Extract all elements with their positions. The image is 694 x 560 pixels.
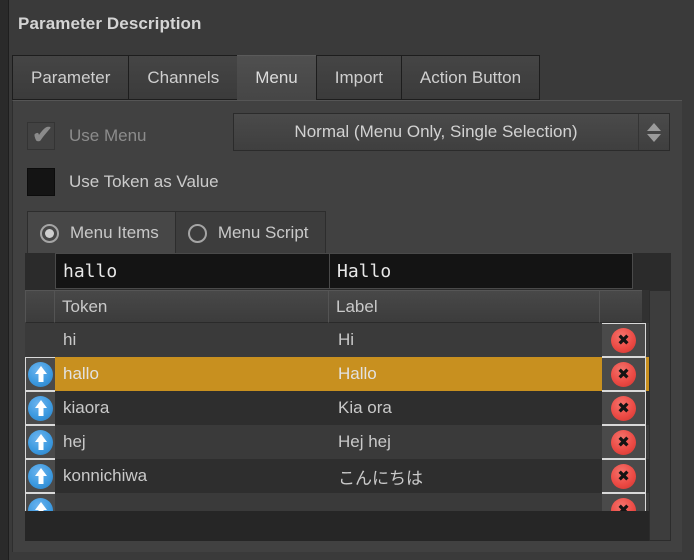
move-up-cell	[25, 323, 55, 357]
row-token[interactable]: konnichiwa	[55, 459, 330, 493]
token-input[interactable]: hallo	[56, 254, 330, 288]
move-up-icon[interactable]	[28, 395, 53, 421]
table-row[interactable]: hej Hej hej	[25, 425, 671, 459]
delete-row-icon[interactable]	[611, 463, 636, 489]
tab-action-button[interactable]: Action Button	[400, 55, 541, 100]
move-up-cell[interactable]	[25, 391, 55, 425]
radio-unselected-icon	[187, 223, 207, 243]
row-token[interactable]: hallo	[55, 357, 330, 391]
move-up-icon[interactable]	[28, 429, 53, 455]
row-label[interactable]: こんにちは	[330, 459, 602, 493]
table-vertical-scrollbar[interactable]	[649, 290, 671, 541]
move-up-icon[interactable]	[28, 463, 53, 489]
menu-mode-value: Normal (Menu Only, Single Selection)	[294, 122, 578, 141]
page-title: Parameter Description	[18, 14, 202, 33]
menu-mode-dropdown[interactable]: Normal (Menu Only, Single Selection)	[233, 113, 670, 151]
header-delete-column	[599, 290, 643, 323]
use-token-as-value-row: Use Token as Value	[27, 163, 219, 201]
chevron-down-icon[interactable]	[647, 133, 661, 142]
table-empty-area	[25, 511, 649, 541]
tab-parameter[interactable]: Parameter	[12, 55, 129, 100]
radio-menu-items-label: Menu Items	[70, 223, 159, 242]
table-body: hi Hi hallo Hallo	[25, 323, 671, 527]
table-row[interactable]: hi Hi	[25, 323, 671, 357]
move-up-cell[interactable]	[25, 357, 55, 391]
tab-channels-label: Channels	[147, 67, 220, 87]
radio-menu-script-label: Menu Script	[217, 223, 309, 242]
delete-cell[interactable]	[602, 425, 646, 459]
current-item-editor: hallo Hallo	[55, 253, 633, 289]
row-label[interactable]: Hallo	[330, 357, 602, 391]
tab-menu-label: Menu	[255, 68, 298, 87]
header-token[interactable]: Token	[54, 290, 329, 323]
delete-cell[interactable]	[602, 459, 646, 493]
delete-cell[interactable]	[602, 323, 646, 357]
use-token-as-value-label: Use Token as Value	[69, 172, 219, 191]
use-menu-row: ✔ Use Menu	[27, 115, 146, 157]
chevron-up-icon[interactable]	[647, 122, 661, 131]
delete-cell[interactable]	[602, 357, 646, 391]
table-row[interactable]: hallo Hallo	[25, 357, 671, 391]
radio-menu-script[interactable]: Menu Script	[174, 211, 326, 255]
use-menu-checkbox[interactable]: ✔	[27, 121, 55, 150]
window-left-edge	[0, 0, 9, 560]
tab-action-button-label: Action Button	[419, 67, 522, 87]
row-label[interactable]: Kia ora	[330, 391, 602, 425]
row-label[interactable]: Hi	[330, 323, 602, 357]
tab-import[interactable]: Import	[315, 55, 401, 100]
radio-menu-items[interactable]: Menu Items	[27, 211, 175, 255]
row-label[interactable]: Hej hej	[330, 425, 602, 459]
tab-import-label: Import	[334, 67, 383, 87]
row-token[interactable]: hej	[55, 425, 330, 459]
table-row[interactable]: kiaora Kia ora	[25, 391, 671, 425]
table-row[interactable]: konnichiwa こんにちは	[25, 459, 671, 493]
use-menu-label: Use Menu	[69, 126, 147, 145]
header-label[interactable]: Label	[328, 290, 600, 323]
menu-mode-spinner[interactable]	[638, 114, 669, 150]
delete-row-icon[interactable]	[611, 361, 636, 387]
radio-selected-icon	[40, 223, 59, 243]
header-move-column	[25, 290, 55, 323]
move-up-cell[interactable]	[25, 459, 55, 493]
checkmark-icon: ✔	[32, 121, 53, 149]
tab-menu[interactable]: Menu	[237, 55, 316, 100]
scrollbar-thumb[interactable]	[651, 292, 669, 538]
use-token-as-value-checkbox[interactable]	[27, 168, 55, 196]
label-input[interactable]: Hallo	[330, 254, 632, 288]
delete-row-icon[interactable]	[611, 327, 636, 353]
table-header-row: Token Label	[25, 290, 665, 323]
menu-tab-panel: ✔ Use Menu Normal (Menu Only, Single Sel…	[12, 100, 682, 552]
delete-row-icon[interactable]	[611, 395, 636, 421]
delete-cell[interactable]	[602, 391, 646, 425]
tab-channels[interactable]: Channels	[128, 55, 238, 100]
row-token[interactable]: hi	[55, 323, 330, 357]
menu-items-table: hallo Hallo Token Label hi Hi ✖ hallo Ha…	[25, 253, 671, 541]
tab-parameter-label: Parameter	[31, 67, 111, 87]
move-up-icon[interactable]	[28, 361, 53, 387]
parameter-description-window: Parameter Description Parameter Channels…	[0, 0, 694, 560]
delete-row-icon[interactable]	[611, 429, 636, 455]
move-up-cell[interactable]	[25, 425, 55, 459]
tab-bar: Parameter Channels Menu Import Action Bu…	[12, 55, 541, 100]
menu-source-radio-group: Menu Items Menu Script	[27, 211, 326, 255]
row-token[interactable]: kiaora	[55, 391, 330, 425]
